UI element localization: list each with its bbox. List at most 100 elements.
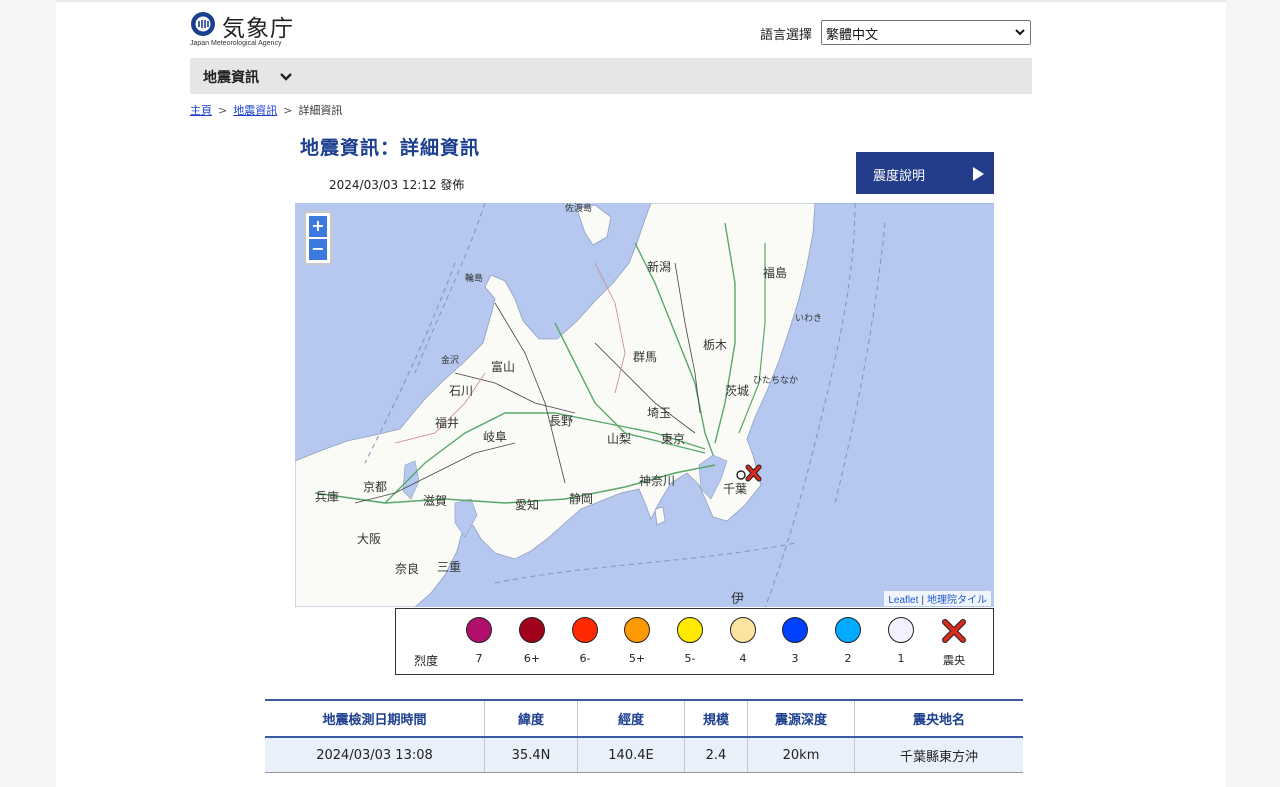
- legend-title: 烈度: [414, 654, 439, 668]
- map-label-iwaki: いわき: [795, 313, 822, 324]
- leaflet-link[interactable]: Leaflet: [888, 595, 918, 606]
- language-label: 語言選擇: [760, 28, 813, 43]
- logo-subtitle: Japan Meteorological Agency: [190, 40, 282, 47]
- intensity-2-dot: [835, 617, 861, 643]
- legend-item: 6+: [513, 617, 553, 671]
- legend-label: 6+: [523, 652, 541, 665]
- intensity-6plus-dot: [519, 617, 545, 643]
- map-label-gifu: 岐阜: [483, 430, 507, 444]
- breadcrumb: 主頁 > 地震資訊 > 詳細資訊: [190, 102, 342, 118]
- map-label-gunma: 群馬: [633, 350, 657, 364]
- map-label-kanazawa: 金沢: [441, 354, 459, 366]
- intensity-1-dot: [888, 617, 914, 643]
- legend-item: 5+: [618, 617, 658, 671]
- earthquake-map[interactable]: 新潟 福島 富山 石川 群馬 栃木 福井 岐阜 長野 埼玉 山梨 東京 神奈川 …: [295, 203, 994, 607]
- intensity-explanation-button[interactable]: 震度說明: [856, 152, 994, 194]
- breadcrumb-home-link[interactable]: 主頁: [190, 104, 212, 117]
- col-header-datetime: 地震檢測日期時間: [265, 699, 485, 738]
- map-label-kanagawa: 神奈川: [639, 474, 675, 488]
- map-label-sado: 佐渡島: [565, 203, 592, 214]
- language-selected-value: 繁體中文: [826, 28, 879, 43]
- epicenter-x-icon: [942, 619, 966, 643]
- map-attribution: Leaflet | 地理院タイル: [884, 591, 991, 606]
- intensity-4-dot: [730, 617, 756, 643]
- map-label-shiga: 滋賀: [423, 494, 447, 508]
- map-label-chiba: 千葉: [723, 482, 747, 496]
- intensity-6minus-dot: [572, 617, 598, 643]
- intensity-5plus-dot: [624, 617, 650, 643]
- zoom-control: + −: [304, 211, 332, 265]
- map-label-wajima: 輪島: [465, 272, 483, 284]
- map-label-aichi: 愛知: [515, 498, 539, 512]
- map-label-shizuoka: 静岡: [569, 492, 593, 506]
- gsi-tiles-link[interactable]: 地理院タイル: [927, 595, 987, 606]
- legend-label: 震央: [943, 654, 965, 667]
- breadcrumb-separator: >: [218, 104, 228, 117]
- breadcrumb-current: 詳細資訊: [298, 104, 343, 117]
- intensity-legend: 烈度 7 6+ 6- 5+ 5- 4 3 2 1 震央: [395, 608, 994, 675]
- map-label-izu: 伊: [731, 592, 744, 607]
- map-label-osaka: 大阪: [357, 532, 381, 546]
- map-label-hitachinaka: ひたちなか: [753, 375, 798, 386]
- col-header-epicenter: 震央地名: [854, 699, 1023, 738]
- legend-item: 6-: [566, 617, 606, 671]
- page: 気象庁 Japan Meteorological Agency 語言選擇 繁體中…: [56, 0, 1226, 787]
- language-select[interactable]: 繁體中文: [821, 20, 1031, 45]
- map-label-ibaraki: 茨城: [725, 384, 749, 398]
- chevron-down-icon: [280, 73, 292, 81]
- zoom-in-button[interactable]: +: [309, 216, 327, 237]
- cell-datetime: 2024/03/03 13:08: [265, 737, 485, 773]
- legend-item: 1: [882, 617, 922, 671]
- intensity-3-dot: [782, 617, 808, 643]
- col-header-magnitude: 規模: [684, 699, 748, 738]
- map-label-kyoto: 京都: [363, 480, 387, 494]
- issued-time: 2024/03/03 12:12 發佈: [329, 178, 465, 192]
- map-label-toyama: 富山: [491, 359, 515, 374]
- intensity-7-dot: [466, 617, 492, 643]
- map-tiles: 新潟 福島 富山 石川 群馬 栃木 福井 岐阜 長野 埼玉 山梨 東京 神奈川 …: [295, 203, 994, 607]
- cell-epicenter: 千葉縣東方沖: [854, 737, 1023, 773]
- map-label-hyogo: 兵庫: [315, 490, 339, 504]
- map-label-nara: 奈良: [395, 561, 419, 576]
- legend-item: 4: [724, 617, 764, 671]
- earthquake-menu-label: 地震資訊: [203, 70, 259, 86]
- legend-label: 7: [475, 652, 483, 665]
- map-label-tokyo: 東京: [661, 432, 685, 446]
- table-header-row: 地震檢測日期時間 緯度 經度 規模 震源深度 震央地名: [265, 699, 1023, 738]
- legend-label: 5+: [628, 652, 646, 665]
- legend-label: 2: [844, 652, 852, 665]
- legend-label: 1: [897, 652, 905, 665]
- map-label-fukushima: 福島: [763, 265, 787, 280]
- legend-item: 3: [776, 617, 816, 671]
- legend-item: 震央: [935, 617, 975, 671]
- earthquake-menu[interactable]: 地震資訊: [190, 58, 1032, 94]
- legend-label: 5-: [684, 652, 696, 665]
- earthquake-details-table: 地震檢測日期時間 緯度 經度 規模 震源深度 震央地名 2024/03/03 1…: [265, 699, 1023, 773]
- legend-item: 2: [829, 617, 869, 671]
- intensity-5minus-dot: [677, 617, 703, 643]
- zoom-out-button[interactable]: −: [309, 239, 327, 260]
- breadcrumb-separator: >: [283, 104, 293, 117]
- logo-title: 気象庁: [222, 16, 294, 42]
- cell-magnitude: 2.4: [684, 737, 748, 773]
- map-label-mie: 三重: [437, 560, 461, 574]
- col-header-latitude: 緯度: [484, 699, 578, 738]
- legend-item: 5-: [671, 617, 711, 671]
- jma-logo[interactable]: 気象庁 Japan Meteorological Agency: [190, 9, 300, 49]
- breadcrumb-earthquake-link[interactable]: 地震資訊: [233, 104, 277, 117]
- chevron-down-icon: [1015, 29, 1025, 36]
- legend-label: 4: [739, 652, 747, 665]
- legend-label: 6-: [579, 652, 591, 665]
- observation-point[interactable]: [736, 470, 746, 480]
- play-arrow-icon: [973, 167, 984, 181]
- map-label-nagano: 長野: [549, 414, 573, 428]
- cell-latitude: 35.4N: [484, 737, 578, 773]
- intensity-explanation-label: 震度說明: [873, 169, 926, 184]
- attribution-separator: |: [921, 595, 924, 606]
- map-label-tochigi: 栃木: [703, 338, 727, 352]
- map-label-niigata: 新潟: [647, 259, 671, 274]
- map-label-yamanashi: 山梨: [607, 432, 631, 446]
- col-header-longitude: 經度: [577, 699, 685, 738]
- map-label-fukui: 福井: [435, 415, 459, 430]
- page-title: 地震資訊：詳細資訊: [300, 137, 481, 159]
